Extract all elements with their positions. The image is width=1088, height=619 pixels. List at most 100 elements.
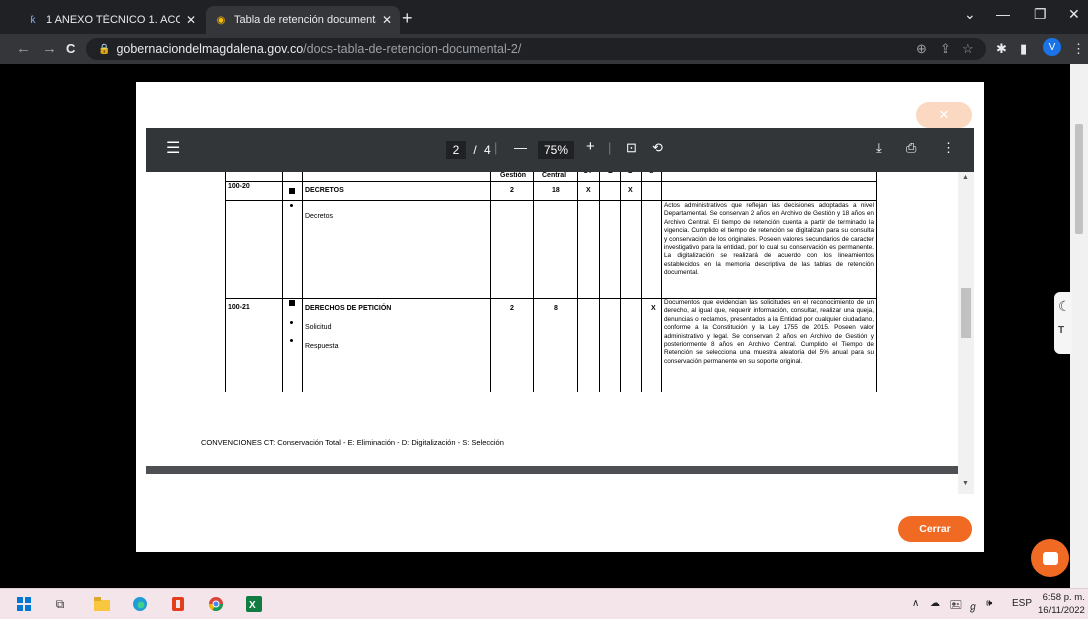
header-gestion: Gestión <box>500 172 527 179</box>
edge-icon[interactable] <box>132 596 148 612</box>
table-line <box>302 172 303 392</box>
scroll-up-icon[interactable]: ▲ <box>962 174 969 181</box>
side-widget-tab[interactable]: ☾ T <box>1054 292 1072 354</box>
browser-menu-icon[interactable]: ⋮ <box>1072 41 1085 57</box>
restore-button[interactable]: ❐ <box>1034 6 1047 23</box>
side-widget-text-icon: T <box>1058 325 1065 336</box>
tab-title: 1 ANEXO TÉCNICO 1. ACCESIBILI <box>46 14 180 26</box>
close-window-button[interactable]: ✕ <box>1068 6 1080 23</box>
row-code: 100-21 <box>228 304 250 311</box>
scroll-down-icon[interactable]: ▼ <box>962 480 969 487</box>
chat-icon <box>1042 551 1058 565</box>
back-button[interactable]: ← <box>16 40 31 57</box>
chat-widget-button[interactable] <box>1031 539 1069 577</box>
table-line <box>620 172 621 392</box>
conventions-legend: CONVENCIONES CT: Conservación Total - E:… <box>201 438 504 447</box>
side-panel-icon[interactable]: ▮ <box>1020 41 1027 57</box>
windows-taskbar: ⧉ X ∧ ☁ 🖭 ℊ 🕪 ESP 6:58 p. m. 16/11/2022 <box>0 588 1088 619</box>
extensions-icon[interactable]: ✱ <box>996 41 1007 57</box>
more-options-icon[interactable]: ⋮ <box>942 140 955 156</box>
task-view-icon[interactable]: ⧉ <box>52 596 68 612</box>
language-indicator[interactable]: ESP <box>1012 598 1032 609</box>
reload-button[interactable]: C <box>66 41 75 56</box>
table-line <box>225 181 876 182</box>
pdf-page: Gestión Central CT E D S 100-20 DECRETOS… <box>146 172 958 466</box>
header-central: Central <box>542 172 567 179</box>
zoom-out-button[interactable]: — <box>514 140 527 155</box>
table-line <box>599 172 600 392</box>
url-field[interactable]: 🔒 gobernaciondelmagdalena.gov.co /docs-t… <box>86 38 986 60</box>
bookmark-star-icon[interactable]: ☆ <box>962 41 974 57</box>
rotate-icon[interactable]: ⟲ <box>652 140 663 156</box>
tab-close-icon[interactable]: ✕ <box>382 13 392 27</box>
volume-icon[interactable]: 🕪 <box>986 598 992 609</box>
tab-anexo-tecnico[interactable]: ƙ 1 ANEXO TÉCNICO 1. ACCESIBILI ✕ <box>18 6 204 34</box>
toolbar-divider: | <box>608 140 612 155</box>
bullet-icon <box>290 339 293 342</box>
header-s: S <box>649 172 654 175</box>
pdf-toolbar: ☰ 2 / 4 | — 75% + | ⊡ ⟲ ⤓ ⎙ ⋮ <box>146 128 974 172</box>
retention-description: Actos administrativos que reflejan las d… <box>664 202 874 277</box>
site-favicon-icon: ƙ <box>30 14 36 26</box>
page-indicator: 2 / 4 <box>446 141 491 159</box>
pdf-scrollbar[interactable]: ▲ ▼ <box>958 172 974 494</box>
new-tab-button[interactable]: + <box>402 8 413 29</box>
series-marker-icon <box>289 300 295 306</box>
url-host: gobernaciondelmagdalena.gov.co <box>116 42 304 56</box>
browser-tab-bar: ƙ 1 ANEXO TÉCNICO 1. ACCESIBILI ✕ ◉ Tabl… <box>0 0 1088 34</box>
taskbar-clock[interactable]: 6:58 p. m. 16/11/2022 <box>1038 591 1085 617</box>
share-icon[interactable]: ⇪ <box>940 41 951 57</box>
mark-d: X <box>628 187 633 194</box>
zoom-input[interactable]: 75% <box>538 141 574 159</box>
page-scrollbar[interactable] <box>1070 64 1088 588</box>
tab-close-icon[interactable]: ✕ <box>186 13 196 27</box>
next-page <box>146 474 958 494</box>
pdf-viewer[interactable]: Gestión Central CT E D S 100-20 DECRETOS… <box>146 172 974 494</box>
table-line <box>225 200 876 201</box>
tab-search-icon[interactable]: ⌄ <box>964 6 976 23</box>
table-line <box>490 172 491 392</box>
central-years: 8 <box>554 305 558 312</box>
office-icon[interactable] <box>170 596 186 612</box>
chrome-icon[interactable] <box>208 596 224 612</box>
address-bar-row: ← → C 🔒 gobernaciondelmagdalena.gov.co /… <box>0 34 1088 64</box>
pdf-scrollbar-thumb[interactable] <box>961 288 971 338</box>
print-icon[interactable]: ⎙ <box>906 140 916 156</box>
pdf-menu-icon[interactable]: ☰ <box>166 138 180 158</box>
table-line <box>641 172 642 392</box>
profile-avatar[interactable]: V <box>1043 38 1061 56</box>
excel-icon[interactable]: X <box>246 596 262 612</box>
cerrar-button[interactable]: Cerrar <box>898 516 972 542</box>
minimize-button[interactable]: — <box>996 6 1010 22</box>
clock-date: 16/11/2022 <box>1038 605 1085 616</box>
toolbar-divider: | <box>494 140 498 155</box>
table-line <box>876 172 877 392</box>
header-d: D <box>628 172 633 175</box>
page-scrollbar-thumb[interactable] <box>1075 124 1083 234</box>
modal-close-button[interactable]: ✕ <box>916 102 972 128</box>
zoom-icon[interactable]: ⊕ <box>916 41 927 57</box>
subseries-name: Respuesta <box>305 343 339 350</box>
forward-button[interactable]: → <box>42 40 57 57</box>
page-separator: / <box>473 143 477 157</box>
bullet-icon <box>290 204 293 207</box>
download-icon[interactable]: ⤓ <box>876 140 882 156</box>
show-hidden-icons[interactable]: ∧ <box>912 598 919 609</box>
windows-start-icon[interactable] <box>16 596 32 612</box>
file-explorer-icon[interactable] <box>94 596 110 612</box>
subseries-name: Solicitud <box>305 324 332 331</box>
page-gap <box>146 466 958 474</box>
mark-ct: X <box>586 187 591 194</box>
header-ct: CT <box>583 172 592 175</box>
tab-tabla-retencion[interactable]: ◉ Tabla de retención documental 2 ✕ <box>206 6 400 34</box>
series-marker-icon <box>289 188 295 194</box>
central-years: 18 <box>552 187 560 194</box>
onedrive-icon[interactable]: ☁ <box>930 598 940 609</box>
zoom-in-button[interactable]: + <box>586 138 595 155</box>
fit-page-icon[interactable]: ⊡ <box>626 140 637 156</box>
battery-icon[interactable]: 🖭 <box>950 598 962 615</box>
wifi-icon[interactable]: ℊ <box>968 598 978 613</box>
page-number-input[interactable]: 2 <box>446 141 466 159</box>
svg-text:X: X <box>249 600 256 611</box>
site-favicon-icon: ◉ <box>216 14 226 26</box>
